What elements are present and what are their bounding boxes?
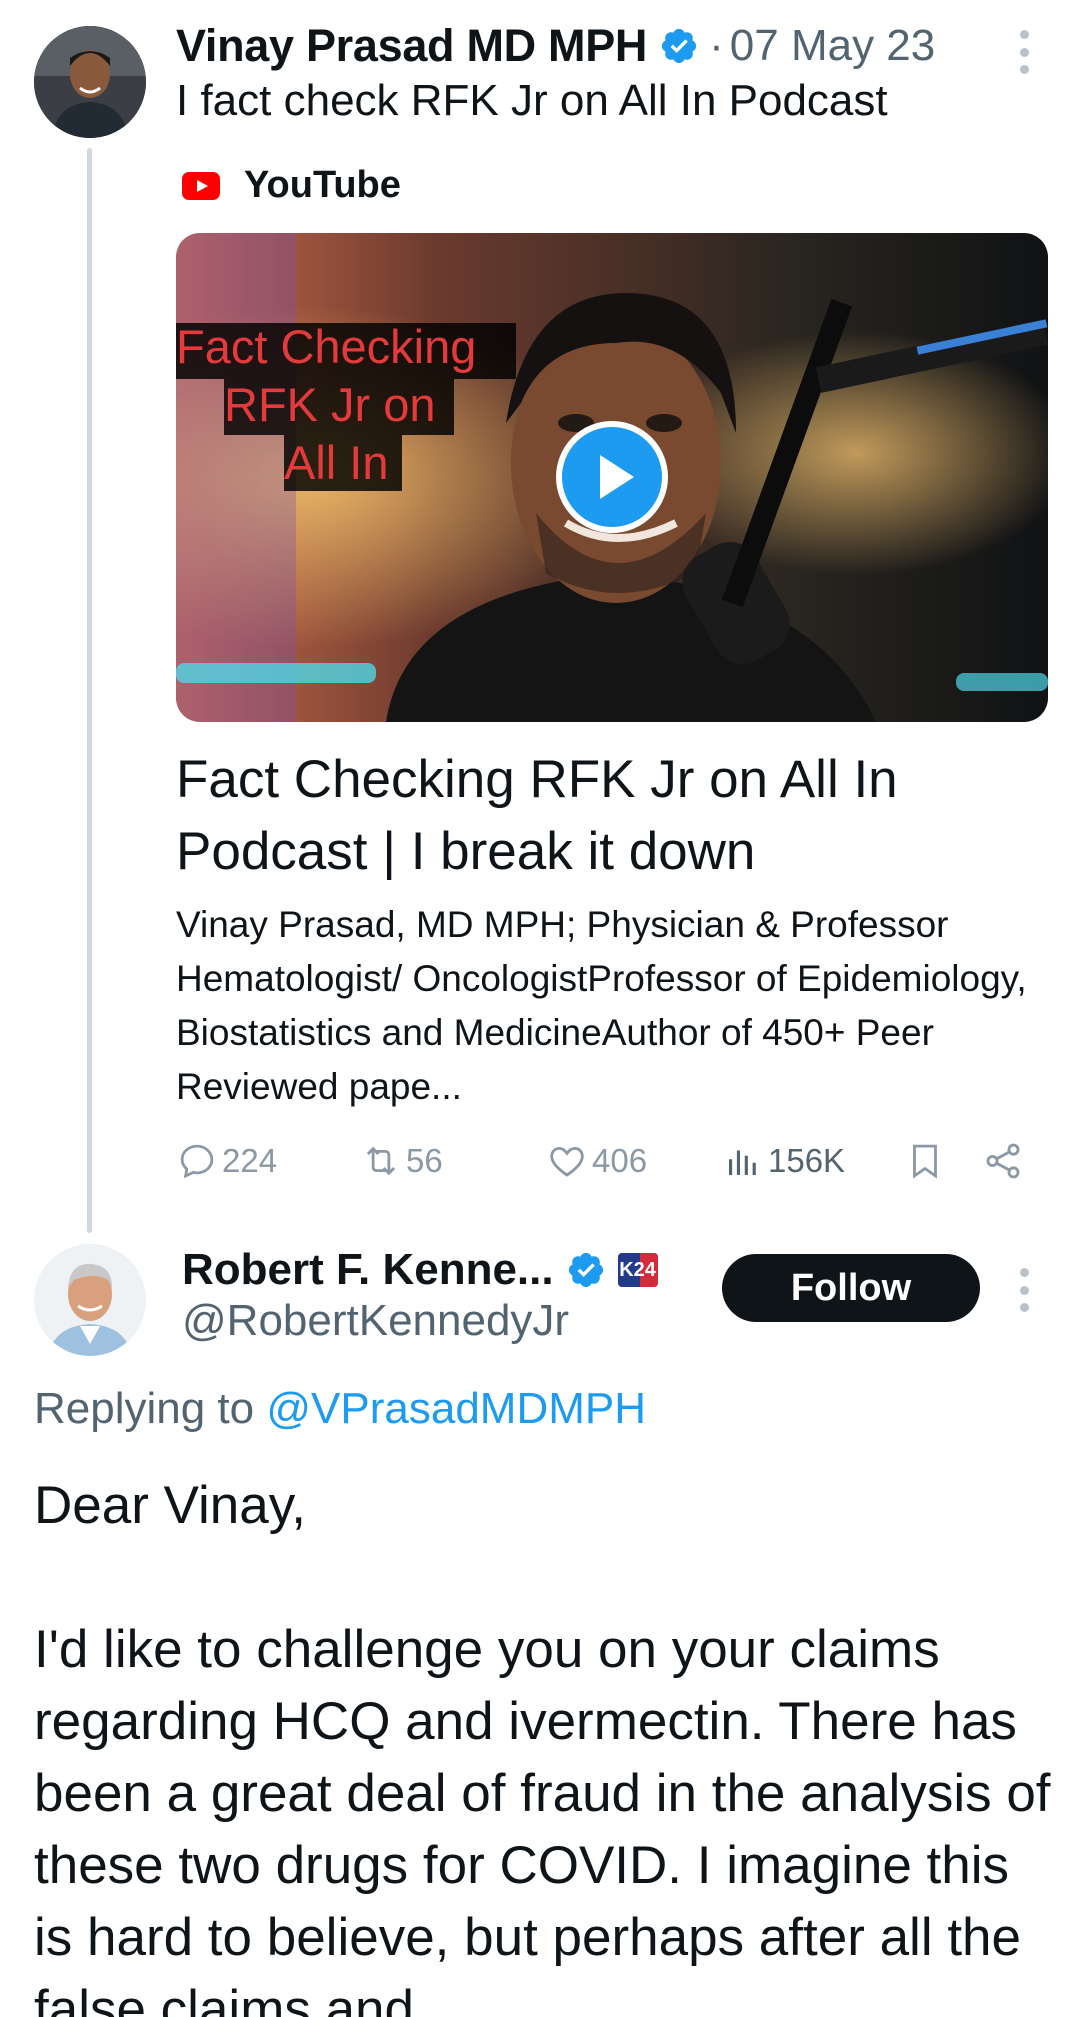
link-card-title[interactable]: Fact Checking RFK Jr on All In Podcast |…: [176, 744, 1046, 888]
share-action[interactable]: [982, 1140, 1024, 1182]
tweet-date[interactable]: 07 May 23: [730, 21, 935, 71]
link-source-label: YouTube: [244, 164, 401, 206]
thumbnail-overlay-line-3: All In: [284, 436, 389, 489]
replying-to-handle-link[interactable]: @VPrasadMDMPH: [266, 1384, 646, 1433]
affiliation-badge-text: K24: [619, 1258, 656, 1281]
tweet-thread: Vinay Prasad MD MPH · 07 May 23 I fact c…: [0, 0, 1080, 2017]
avatar-robert-kennedy[interactable]: [34, 1244, 146, 1356]
replying-to-prefix: Replying to: [34, 1384, 255, 1433]
verified-badge-icon: [568, 1252, 603, 1288]
thread-connector-line: [87, 148, 92, 1233]
link-source: YouTube: [182, 164, 401, 207]
affiliation-badge[interactable]: K24: [617, 1253, 658, 1287]
like-action[interactable]: 406: [546, 1140, 647, 1182]
avatar-vinay-prasad[interactable]: [34, 26, 146, 138]
parent-tweet-text: I fact check RFK Jr on All In Podcast: [176, 76, 888, 125]
more-vertical-icon[interactable]: [1016, 1268, 1032, 1312]
reply-action[interactable]: 224: [176, 1140, 277, 1182]
repost-count: 56: [406, 1142, 443, 1179]
author-name[interactable]: Vinay Prasad MD MPH: [176, 20, 647, 72]
verified-badge-icon: [662, 28, 697, 64]
link-card-description: Vinay Prasad, MD MPH; Physician & Profes…: [176, 904, 1027, 1107]
thumbnail-overlay-line-2: RFK Jr on: [224, 378, 436, 431]
bookmark-icon: [913, 1144, 937, 1179]
heart-icon: [550, 1146, 584, 1177]
play-icon: [600, 455, 634, 499]
reply-tweet-header: Robert F. Kenne... K24: [182, 1240, 658, 1300]
date-separator: ·: [709, 21, 724, 70]
thumbnail-overlay-line-1: Fact Checking: [176, 320, 476, 373]
reply-paragraph: I'd like to challenge you on your claims…: [34, 1620, 1051, 2017]
reply-icon: [180, 1144, 214, 1179]
replying-to-line: Replying to @VPrasadMDMPH: [34, 1384, 646, 1434]
reply-author-name[interactable]: Robert F. Kenne...: [182, 1245, 554, 1295]
reply-author-handle[interactable]: @RobertKennedyJr: [182, 1296, 569, 1346]
reply-greeting: Dear Vinay,: [34, 1476, 307, 1535]
play-button[interactable]: [556, 421, 668, 533]
follow-button[interactable]: Follow: [722, 1254, 980, 1322]
repost-action[interactable]: 56: [360, 1140, 443, 1182]
more-vertical-icon[interactable]: [1016, 30, 1032, 74]
views-bar-chart-icon: [729, 1150, 756, 1175]
reply-tweet-text: Dear Vinay, I'd like to challenge you on…: [34, 1470, 1054, 2017]
repost-icon: [366, 1146, 396, 1176]
views-count: 156K: [768, 1142, 846, 1179]
video-thumbnail[interactable]: Fact Checking RFK Jr on All In: [176, 233, 1048, 722]
reply-count: 224: [222, 1142, 278, 1179]
like-count: 406: [592, 1142, 648, 1179]
views-action[interactable]: 156K: [722, 1140, 845, 1182]
bookmark-action[interactable]: [904, 1140, 946, 1182]
youtube-icon: [182, 171, 220, 200]
parent-tweet-header: Vinay Prasad MD MPH · 07 May 23: [176, 18, 1046, 74]
share-icon: [986, 1143, 1020, 1179]
